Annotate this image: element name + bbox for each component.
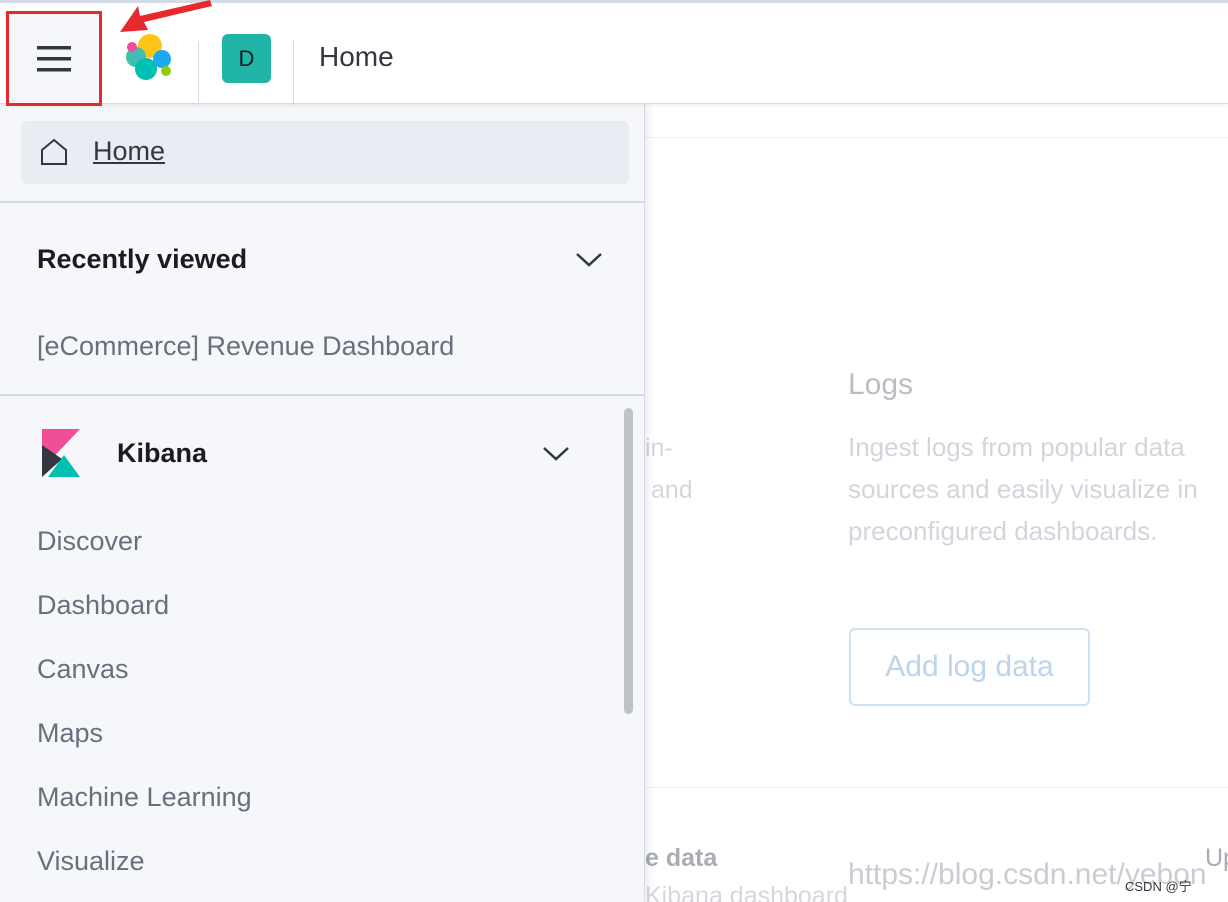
recent-item-link[interactable]: [eCommerce] Revenue Dashboard [37, 331, 454, 362]
add-log-data-button[interactable]: Add log data [849, 628, 1090, 706]
header-separator [293, 41, 294, 105]
divider [645, 787, 1228, 788]
kibana-section-title[interactable]: Kibana [117, 438, 207, 469]
divider [645, 137, 1228, 138]
nav-item-visualize[interactable]: Visualize [37, 846, 145, 877]
description-line: preconfigured dashboards. [848, 516, 1158, 546]
nav-item-discover[interactable]: Discover [37, 526, 142, 557]
text-fragment: e data [645, 844, 718, 872]
text-fragment: and [651, 476, 693, 504]
divider [0, 394, 644, 396]
description-line: Ingest logs from popular data [848, 432, 1185, 462]
menu-toggle-button[interactable] [6, 11, 102, 106]
text-fragment: Up [1205, 844, 1228, 872]
kibana-logo-icon [42, 429, 80, 477]
avatar-letter: D [238, 45, 255, 71]
logs-card-description: Ingest logs from popular data sources an… [848, 426, 1228, 552]
side-navigation: Home Recently viewed [eCommerce] Revenue… [0, 104, 645, 902]
home-page-background: in- and Logs Ingest logs from popular da… [645, 104, 1228, 902]
header-separator [198, 41, 199, 105]
menu-icon [37, 45, 71, 71]
nav-item-maps[interactable]: Maps [37, 718, 103, 749]
chevron-down-icon[interactable] [542, 446, 570, 462]
chevron-down-icon[interactable] [575, 252, 603, 268]
nav-scrollbar[interactable] [624, 408, 633, 714]
nav-home-label: Home [93, 136, 166, 166]
credit-text: CSDN @宁 [1125, 879, 1192, 894]
description-line: sources and easily visualize in [848, 474, 1198, 504]
space-avatar[interactable]: D [222, 34, 271, 83]
nav-item-machine-learning[interactable]: Machine Learning [37, 782, 252, 813]
breadcrumb: Home [319, 41, 394, 72]
text-fragment: Kibana dashboard [645, 882, 848, 902]
home-icon [41, 138, 67, 165]
nav-item-dashboard[interactable]: Dashboard [37, 590, 169, 621]
text-fragment: in- [645, 434, 673, 462]
divider [0, 201, 644, 203]
recently-viewed-title[interactable]: Recently viewed [37, 244, 247, 275]
nav-home-link[interactable]: Home [21, 121, 629, 184]
annotation-arrow-icon [120, 0, 212, 32]
nav-item-canvas[interactable]: Canvas [37, 654, 129, 685]
logs-card-title: Logs [848, 368, 914, 401]
